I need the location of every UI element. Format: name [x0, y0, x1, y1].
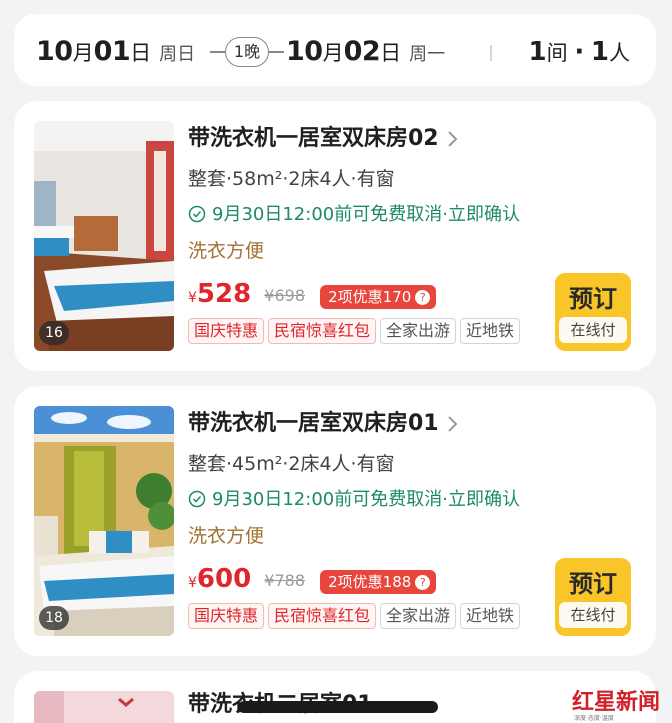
tag: 近地铁 — [460, 603, 521, 629]
photo-count-badge: 16 — [39, 321, 69, 345]
checkout-weekday: 周一 — [409, 44, 446, 65]
checkout-date[interactable]: 10月02日 周一 — [286, 34, 445, 73]
tag-list: 国庆特惠 民宿惊喜红包 全家出游 近地铁 — [188, 318, 524, 344]
checkout-month-label: 月 — [322, 41, 344, 65]
photo-count-badge: 18 — [39, 606, 69, 630]
discount-text: 2项优惠188 — [328, 573, 412, 591]
original-price: ¥698 — [264, 286, 306, 305]
room-photo[interactable]: 16 — [34, 121, 174, 351]
tag-list: 国庆特惠 民宿惊喜红包 全家出游 近地铁 — [188, 603, 524, 629]
redaction-bar — [238, 701, 438, 713]
price-row: ¥600 ¥788 2项优惠188? — [188, 564, 437, 598]
room-card[interactable]: 带洗衣机二居室01 — [14, 671, 656, 723]
nights-indicator: 1晚 — [210, 36, 284, 68]
guests-count: 1 — [590, 37, 609, 67]
cancellation-policy: 9月30日12:00前可免费取消·立即确认 — [188, 201, 520, 229]
tag: 民宿惊喜红包 — [268, 603, 377, 629]
book-label: 预订 — [569, 285, 617, 313]
room-photo[interactable]: 18 — [34, 406, 174, 636]
room-photo-image — [34, 406, 174, 636]
tag: 国庆特惠 — [188, 318, 265, 344]
book-button[interactable]: 预订 在线付 — [555, 558, 631, 636]
currency-symbol: ¥ — [188, 290, 197, 306]
chevron-right-icon[interactable] — [441, 413, 463, 435]
book-label: 预订 — [569, 570, 617, 598]
room-photo-image — [34, 691, 174, 723]
checkin-day: 01 — [93, 36, 131, 67]
price-row: ¥528 ¥698 2项优惠170? — [188, 279, 437, 313]
room-specs: 整套·58m²·2床4人·有窗 — [188, 168, 395, 190]
room-title[interactable]: 带洗衣机一居室双床房01 — [188, 408, 439, 440]
tag: 民宿惊喜红包 — [268, 318, 377, 344]
date-bar-divider — [490, 45, 492, 61]
chevron-right-icon[interactable] — [441, 128, 463, 150]
pay-online-label: 在线付 — [559, 317, 627, 343]
clock-check-icon — [188, 205, 206, 223]
feature-highlight: 洗衣方便 — [188, 240, 265, 262]
discount-badge[interactable]: 2项优惠170? — [320, 285, 437, 309]
watermark-sub: 深度·态度·温度 — [574, 715, 614, 722]
cancellation-policy: 9月30日12:00前可免费取消·立即确认 — [188, 486, 520, 514]
checkin-day-unit: 日 — [130, 41, 152, 65]
tag: 全家出游 — [380, 603, 457, 629]
cancellation-text: 9月30日12:00前可免费取消·立即确认 — [212, 204, 520, 225]
price-value: 528 — [196, 279, 252, 309]
checkout-month: 10 — [286, 36, 323, 67]
news-watermark: 红星新闻 深度·态度·温度 — [572, 689, 662, 722]
checkin-weekday: 周日 — [159, 44, 196, 65]
room-card[interactable]: 16 带洗衣机一居室双床房02 整套·58m²·2床4人·有窗 9月30日12:… — [14, 101, 656, 371]
checkin-month-label: 月 — [72, 41, 94, 65]
room-specs: 整套·45m²·2床4人·有窗 — [188, 453, 395, 475]
discount-badge[interactable]: 2项优惠188? — [320, 570, 437, 594]
original-price: ¥788 — [264, 571, 306, 590]
pay-online-label: 在线付 — [559, 602, 627, 628]
room-title[interactable]: 带洗衣机一居室双床房02 — [188, 123, 439, 155]
current-price: ¥600 — [188, 564, 251, 594]
room-card[interactable]: 18 带洗衣机一居室双床房01 整套·45m²·2床4人·有窗 9月30日12:… — [14, 386, 656, 656]
room-photo[interactable] — [34, 691, 174, 723]
currency-symbol: ¥ — [188, 575, 197, 591]
guests-unit: 人 — [609, 41, 630, 65]
tag: 国庆特惠 — [188, 603, 265, 629]
checkin-month: 10 — [36, 36, 73, 67]
current-price: ¥528 — [188, 279, 251, 309]
tag: 全家出游 — [380, 318, 457, 344]
rooms-guests-separator: · — [574, 37, 585, 67]
checkout-day: 02 — [343, 36, 381, 67]
clock-check-icon — [188, 490, 206, 508]
date-bar[interactable]: 10月01日 周日 1晚 10月02日 周一 1间 · 1人 — [14, 14, 656, 86]
book-button[interactable]: 预订 在线付 — [555, 273, 631, 351]
discount-text: 2项优惠170 — [328, 288, 412, 306]
cancellation-text: 9月30日12:00前可免费取消·立即确认 — [212, 489, 520, 510]
help-icon: ? — [415, 575, 431, 590]
watermark-brand: 红星新闻 — [572, 689, 661, 715]
rooms-count: 1 — [528, 37, 547, 67]
nights-pill: 1晚 — [225, 37, 269, 67]
tag: 近地铁 — [460, 318, 521, 344]
feature-highlight: 洗衣方便 — [188, 525, 265, 547]
rooms-unit: 间 — [546, 41, 568, 65]
checkout-day-unit: 日 — [380, 41, 402, 65]
checkin-date[interactable]: 10月01日 周日 — [36, 34, 195, 73]
help-icon: ? — [415, 290, 431, 305]
price-value: 600 — [196, 564, 252, 594]
room-photo-image — [34, 121, 174, 351]
rooms-guests-selector[interactable]: 1间 · 1人 — [529, 34, 630, 71]
